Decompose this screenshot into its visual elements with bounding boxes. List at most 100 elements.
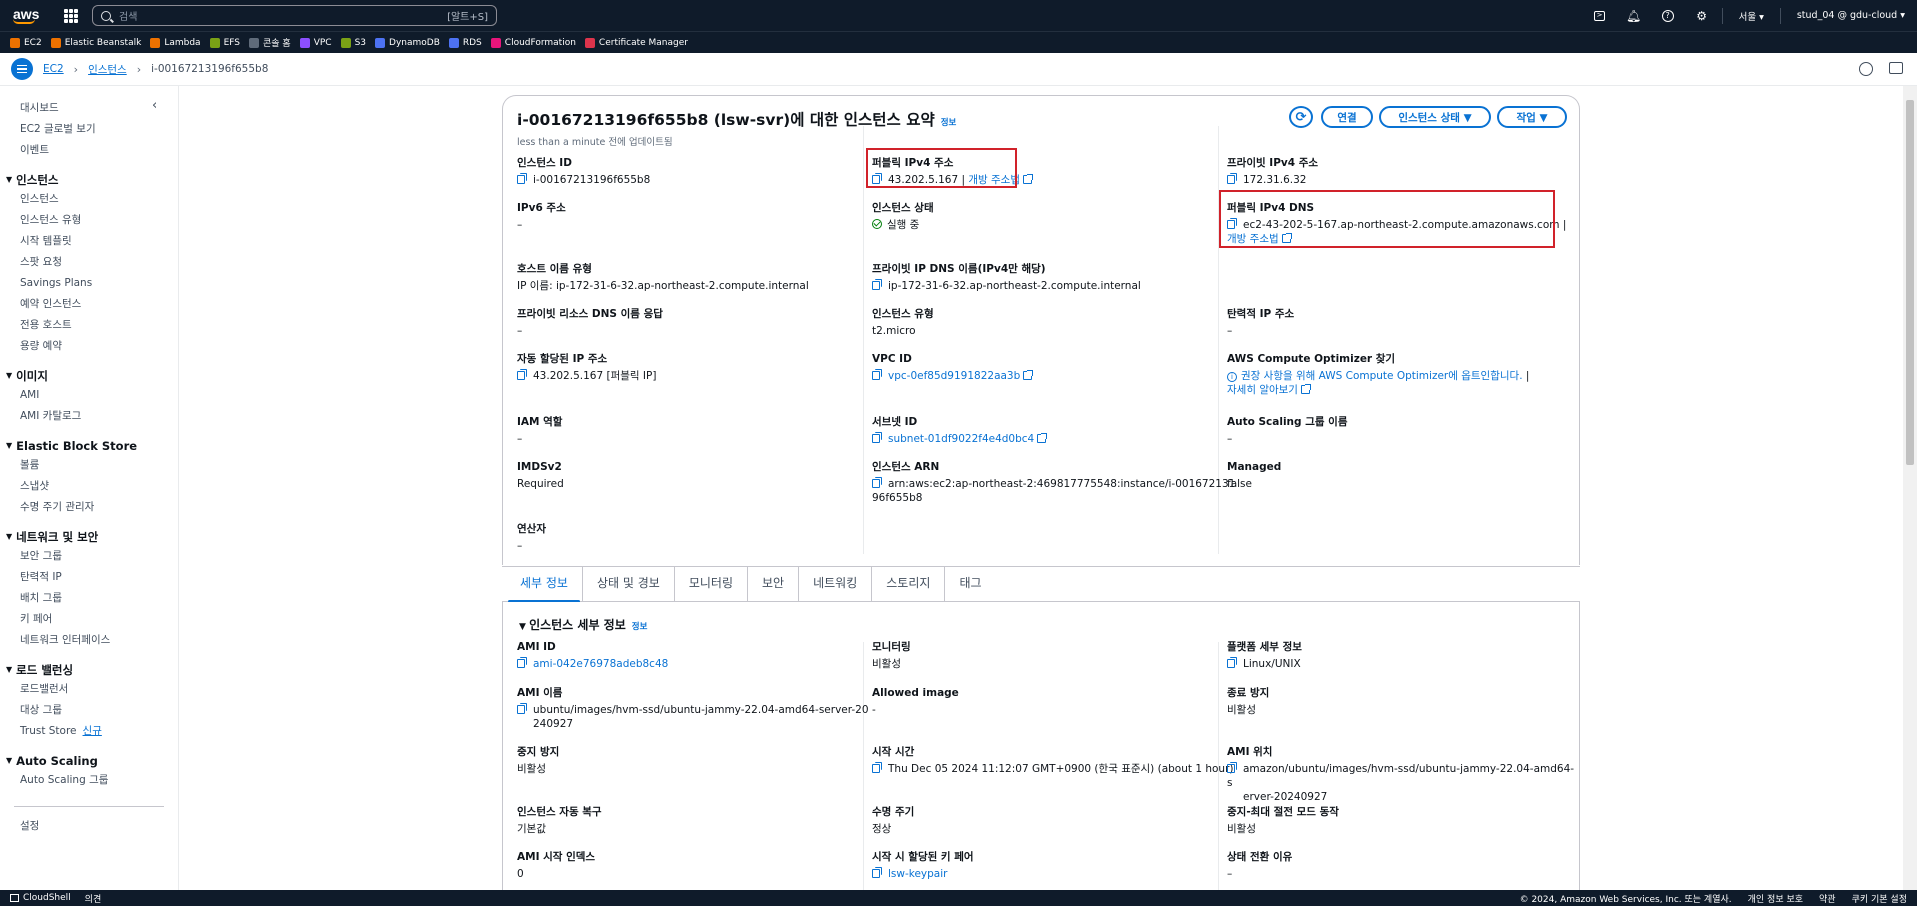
sidebar-section[interactable]: ▼ 이미지 bbox=[0, 364, 178, 387]
sidebar-item[interactable]: EC2 글로벌 보기 bbox=[0, 121, 178, 142]
sidebar-item[interactable]: 이벤트 bbox=[0, 142, 178, 163]
sidebar-item[interactable]: 인스턴스 bbox=[0, 191, 178, 212]
section-title[interactable]: ▼ 인스턴스 세부 정보 정보 bbox=[519, 616, 647, 633]
copy-icon[interactable] bbox=[872, 369, 882, 380]
copy-icon[interactable] bbox=[517, 173, 527, 184]
sidebar-item[interactable]: Trust Store 신규 bbox=[0, 723, 178, 744]
tab-4[interactable]: 네트워킹 bbox=[799, 566, 873, 602]
collapse-icon[interactable]: ‹ bbox=[152, 98, 157, 113]
copy-icon[interactable] bbox=[517, 703, 527, 714]
favorite-elastic-beanstalk[interactable]: Elastic Beanstalk bbox=[50, 37, 141, 48]
field-monitoring: 모니터링 비활성 bbox=[872, 641, 911, 670]
sidebar-item[interactable]: 수명 주기 관리자 bbox=[0, 499, 178, 520]
info-link[interactable]: 정보 bbox=[941, 118, 957, 128]
sidebar-item-settings[interactable]: 설정 bbox=[0, 818, 178, 839]
favorite-dynamodb[interactable]: DynamoDB bbox=[375, 37, 440, 48]
search-input[interactable]: 검색 [알트+S] bbox=[92, 5, 497, 26]
sidebar-item[interactable]: 로드밸런서 bbox=[0, 681, 178, 702]
sidebar-item[interactable]: 시작 템플릿 bbox=[0, 233, 178, 254]
favorite-certificate-manager[interactable]: Certificate Manager bbox=[584, 37, 688, 48]
sidebar-section[interactable]: ▼ Auto Scaling bbox=[0, 749, 178, 772]
top-navigation: aws 검색 [알트+S] > 🔔︎ ? ⚙ 서울 ▾ stud_04 @ gd… bbox=[0, 0, 1917, 31]
copy-icon[interactable] bbox=[1227, 173, 1237, 184]
refresh-button[interactable]: ⟳ bbox=[1289, 106, 1313, 128]
breadcrumb-instances[interactable]: 인스턴스 bbox=[88, 62, 127, 77]
sidebar-item[interactable]: 용량 예약 bbox=[0, 338, 178, 359]
optimizer-link[interactable]: 권장 사항을 위해 AWS Compute Optimizer에 옵트인합니다. bbox=[1241, 370, 1523, 382]
sidebar-item[interactable]: 볼륨 bbox=[0, 457, 178, 478]
copy-icon[interactable] bbox=[1227, 657, 1237, 668]
gear-icon[interactable]: ⚙ bbox=[1688, 0, 1716, 31]
copy-icon[interactable] bbox=[872, 867, 882, 878]
copy-icon[interactable] bbox=[517, 657, 527, 668]
scrollbar[interactable] bbox=[1903, 86, 1917, 890]
field-key-pair: 시작 시 할당된 키 페어 lsw-keypair bbox=[872, 851, 974, 880]
copy-icon[interactable] bbox=[1227, 762, 1237, 773]
tab-3[interactable]: 보안 bbox=[748, 566, 800, 602]
feedback-link[interactable]: 의견 bbox=[85, 892, 102, 905]
learn-more-link[interactable]: 자세히 알아보기 bbox=[1227, 384, 1298, 396]
favorite-cloudformation[interactable]: CloudFormation bbox=[490, 37, 576, 48]
copy-icon[interactable] bbox=[872, 762, 882, 773]
ami-link[interactable]: ami-042e76978adeb8c48 bbox=[533, 658, 668, 670]
sidebar-item[interactable]: 탄력적 IP bbox=[0, 569, 178, 590]
aws-logo[interactable]: aws bbox=[13, 6, 57, 24]
copy-icon[interactable] bbox=[517, 369, 527, 380]
tab-0[interactable]: 세부 정보 bbox=[506, 566, 583, 603]
sidebar-item[interactable]: 전용 호스트 bbox=[0, 317, 178, 338]
cloudshell-icon[interactable] bbox=[10, 894, 19, 902]
bell-icon[interactable]: 🔔︎ bbox=[1620, 0, 1648, 31]
connect-button[interactable]: 연결 bbox=[1321, 106, 1373, 128]
sidebar-item[interactable]: Savings Plans bbox=[0, 275, 178, 296]
info-link[interactable]: 정보 bbox=[632, 622, 648, 632]
sidebar-item[interactable]: 인스턴스 유형 bbox=[0, 212, 178, 233]
sidebar-item[interactable]: 네트워크 인터페이스 bbox=[0, 632, 178, 653]
account-menu[interactable]: stud_04 @ gdu-cloud ▾ bbox=[1797, 10, 1905, 21]
favorite-콘솔-홈[interactable]: 콘솔 홈 bbox=[248, 36, 291, 49]
sidebar-section[interactable]: ▼ 로드 밸런싱 bbox=[0, 658, 178, 681]
sidebar-item[interactable]: Auto Scaling 그룹 bbox=[0, 772, 178, 793]
sidebar-item[interactable]: AMI bbox=[0, 387, 178, 408]
vpc-link[interactable]: vpc-0ef85d9191822aa3b bbox=[888, 370, 1020, 382]
copy-icon[interactable] bbox=[872, 432, 882, 443]
cloudshell-icon[interactable]: > bbox=[1586, 0, 1614, 31]
sidebar-item[interactable]: 대상 그룹 bbox=[0, 702, 178, 723]
services-grid-icon[interactable] bbox=[64, 8, 78, 23]
tab-2[interactable]: 모니터링 bbox=[675, 566, 748, 602]
copy-icon[interactable] bbox=[872, 279, 882, 290]
sidebar-item[interactable]: 보안 그룹 bbox=[0, 548, 178, 569]
favorite-ec2[interactable]: EC2 bbox=[10, 37, 42, 48]
copy-icon[interactable] bbox=[872, 477, 882, 488]
key-pair-link[interactable]: lsw-keypair bbox=[888, 868, 947, 880]
favorite-efs[interactable]: EFS bbox=[209, 37, 240, 48]
privacy-link[interactable]: 개인 정보 보호 bbox=[1748, 892, 1803, 905]
sidebar-item[interactable]: 예약 인스턴스 bbox=[0, 296, 178, 317]
sidebar-section[interactable]: ▼ Elastic Block Store bbox=[0, 434, 178, 457]
terms-link[interactable]: 약관 bbox=[1819, 892, 1836, 905]
breadcrumb-ec2[interactable]: EC2 bbox=[43, 63, 64, 75]
instance-state-button[interactable]: 인스턴스 상태 ▼ bbox=[1379, 106, 1491, 128]
actions-button[interactable]: 작업 ▼ bbox=[1497, 106, 1567, 128]
favorite-s3[interactable]: S3 bbox=[340, 37, 366, 48]
tab-1[interactable]: 상태 및 경보 bbox=[583, 566, 675, 602]
panel-icon[interactable] bbox=[1889, 62, 1903, 74]
cloudshell-link[interactable]: CloudShell bbox=[23, 893, 71, 903]
help-icon[interactable]: ? bbox=[1654, 0, 1682, 31]
sidebar-item[interactable]: AMI 카탈로그 bbox=[0, 408, 178, 429]
favorite-vpc[interactable]: VPC bbox=[299, 37, 332, 48]
sidebar-item[interactable]: 스냅샷 bbox=[0, 478, 178, 499]
favorite-lambda[interactable]: Lambda bbox=[150, 37, 201, 48]
subnet-link[interactable]: subnet-01df9022f4e4d0bc4 bbox=[888, 433, 1034, 445]
sidebar-item[interactable]: 키 페어 bbox=[0, 611, 178, 632]
cookies-link[interactable]: 쿠키 기본 설정 bbox=[1852, 892, 1907, 905]
sidebar-section[interactable]: ▼ 네트워크 및 보안 bbox=[0, 525, 178, 548]
tab-6[interactable]: 태그 bbox=[945, 566, 995, 602]
menu-toggle-button[interactable] bbox=[11, 58, 33, 80]
sidebar-item[interactable]: 스팟 요청 bbox=[0, 254, 178, 275]
tab-5[interactable]: 스토리지 bbox=[872, 566, 946, 602]
region-selector[interactable]: 서울 ▾ bbox=[1739, 9, 1764, 23]
clock-icon[interactable] bbox=[1859, 62, 1873, 76]
sidebar-item[interactable]: 배치 그룹 bbox=[0, 590, 178, 611]
sidebar-section[interactable]: ▼ 인스턴스 bbox=[0, 168, 178, 191]
favorite-rds[interactable]: RDS bbox=[448, 37, 482, 48]
